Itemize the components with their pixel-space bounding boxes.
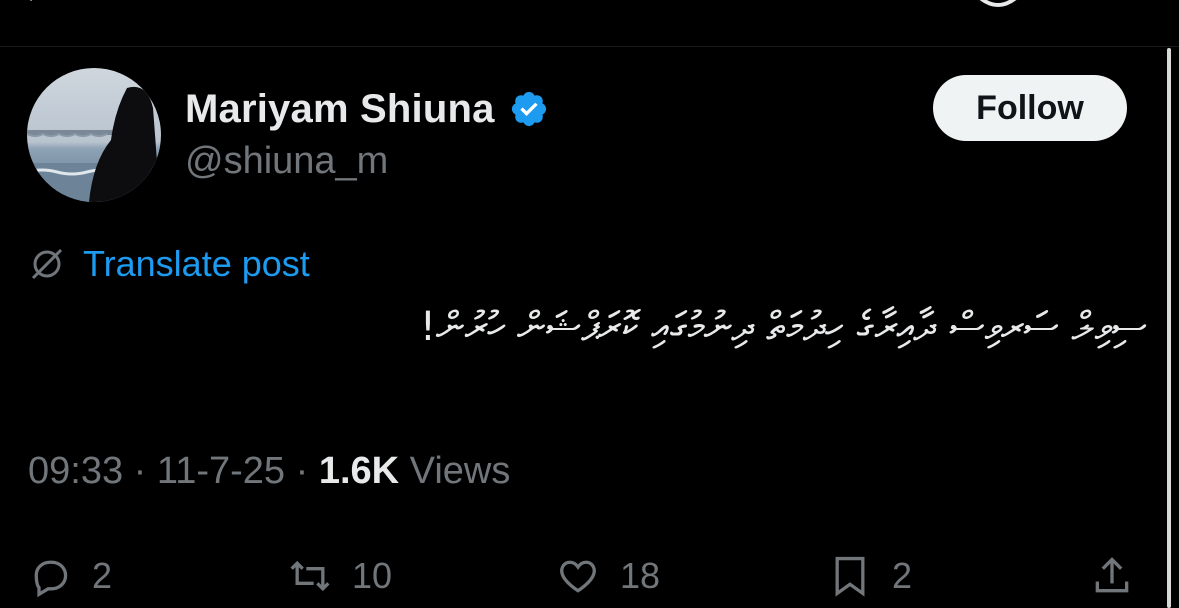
author-name-row[interactable]: Mariyam Shiuna: [185, 84, 549, 134]
top-back-icon[interactable]: [22, 0, 52, 16]
reply-count: 2: [92, 555, 113, 596]
like-icon: [560, 560, 596, 593]
repost-button[interactable]: 10: [288, 548, 392, 604]
post-text: ސިވިލް ސަރވިސް ދާއިރާގެ ހިދުމަތް ދިނުމުގ…: [419, 304, 1147, 350]
meta-separator: ·: [133, 450, 147, 492]
author-name[interactable]: Mariyam Shiuna: [185, 87, 495, 132]
repost-icon: [290, 560, 330, 592]
top-bar: [0, 0, 1179, 47]
author-handle[interactable]: @shiuna_m: [185, 140, 388, 183]
like-button[interactable]: 18: [556, 548, 660, 604]
scrollbar[interactable]: [1167, 48, 1171, 608]
bookmark-count: 2: [892, 555, 913, 596]
translate-icon: [31, 248, 63, 280]
avatar-image: [27, 68, 161, 202]
meta-separator: ·: [295, 450, 309, 492]
follow-button[interactable]: Follow: [933, 75, 1127, 141]
share-icon: [1095, 557, 1129, 593]
avatar[interactable]: [27, 68, 161, 202]
reply-icon: [34, 560, 68, 598]
repost-count: 10: [352, 555, 393, 596]
post-meta: 09:33 · 11-7-25 · 1.6K Views: [28, 450, 510, 493]
translate-post-link[interactable]: Translate post: [83, 243, 310, 285]
views-label[interactable]: Views: [410, 450, 511, 492]
post-date[interactable]: 11-7-25: [157, 450, 285, 492]
translate-row[interactable]: Translate post: [27, 242, 310, 286]
bookmark-button[interactable]: 2: [828, 548, 912, 604]
bookmark-icon: [835, 556, 865, 597]
views-count[interactable]: 1.6K: [319, 450, 399, 492]
post-time[interactable]: 09:33: [28, 450, 123, 492]
action-bar: 2 10 18 2: [0, 540, 1179, 608]
share-button[interactable]: [1090, 548, 1134, 604]
reply-button[interactable]: 2: [28, 548, 112, 604]
verified-badge-icon: [511, 91, 546, 127]
top-logo-icon: [979, 0, 1017, 7]
like-count: 18: [620, 555, 661, 596]
